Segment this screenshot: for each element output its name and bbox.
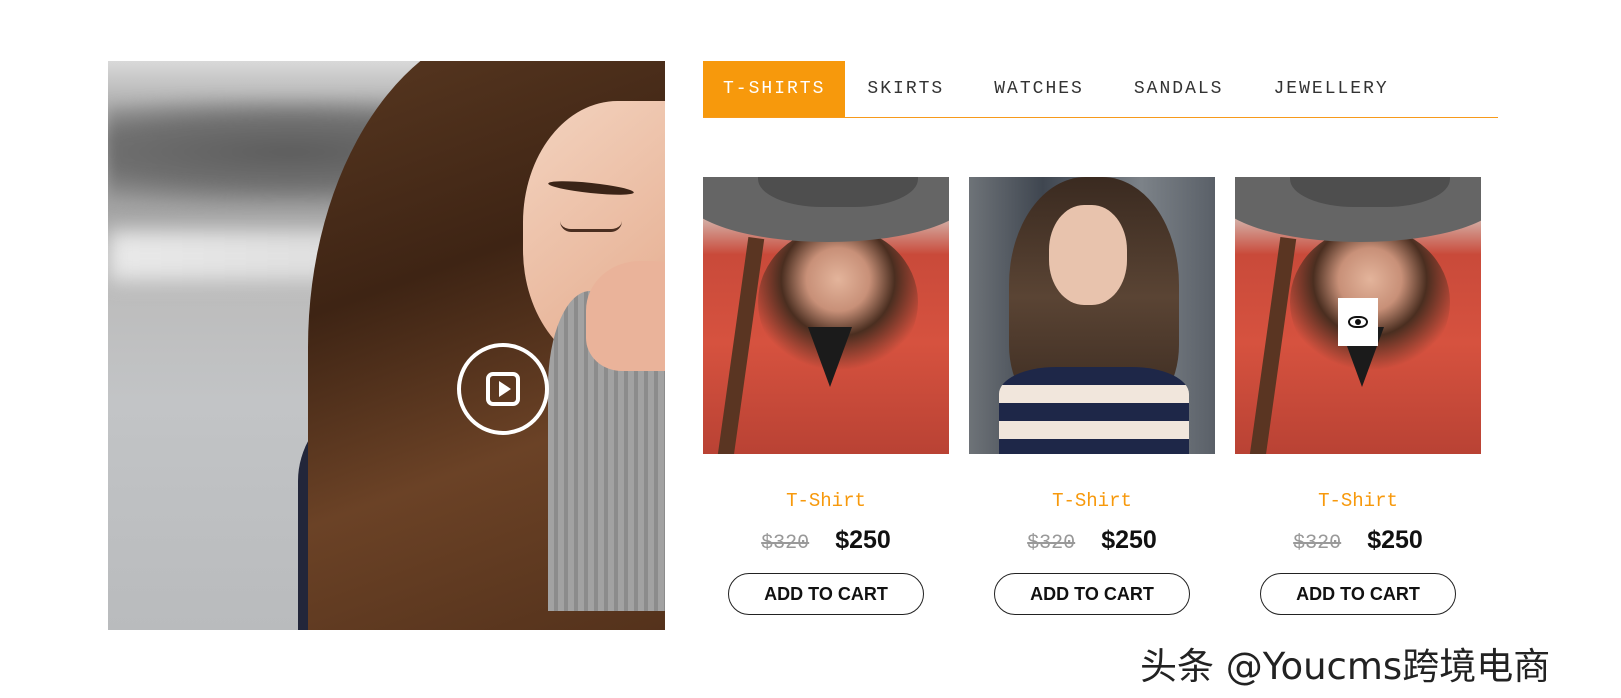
old-price: $320 (761, 532, 810, 555)
add-to-cart-button[interactable]: ADD TO CART (1260, 573, 1456, 615)
play-video-button[interactable] (457, 343, 549, 435)
v-neck (808, 327, 852, 387)
sale-price: $250 (835, 526, 891, 554)
sale-price: $250 (1367, 526, 1423, 554)
add-to-cart-button[interactable]: ADD TO CART (728, 573, 924, 615)
price-row: $320 $250 (969, 526, 1215, 555)
product-image[interactable] (1235, 177, 1481, 454)
product-name[interactable]: T-Shirt (969, 490, 1215, 512)
closed-eye (560, 221, 622, 232)
product-name[interactable]: T-Shirt (1235, 490, 1481, 512)
sale-price: $250 (1101, 526, 1157, 554)
hand (586, 261, 665, 371)
play-icon (486, 372, 520, 406)
play-triangle-icon (498, 381, 511, 397)
product-image[interactable] (703, 177, 949, 454)
tab-watches[interactable]: WATCHES (972, 61, 1106, 117)
product-card: T-Shirt $320 $250 ADD TO CART (1235, 177, 1481, 615)
old-price: $320 (1027, 532, 1076, 555)
add-to-cart-button[interactable]: ADD TO CART (994, 573, 1190, 615)
product-card: T-Shirt $320 $250 ADD TO CART (703, 177, 949, 615)
tab-sandals[interactable]: SANDALS (1112, 61, 1246, 117)
category-tabs: T-SHIRTS SKIRTS WATCHES SANDALS JEWELLER… (703, 61, 1498, 118)
bag-strap (1249, 236, 1297, 454)
old-price: $320 (1293, 532, 1342, 555)
price-row: $320 $250 (703, 526, 949, 555)
quick-view-button[interactable] (1338, 298, 1378, 346)
bag-strap (717, 236, 765, 454)
product-name[interactable]: T-Shirt (703, 490, 949, 512)
model-face (1049, 205, 1127, 305)
tab-skirts[interactable]: SKIRTS (845, 61, 966, 117)
tab-jewellery[interactable]: JEWELLERY (1251, 61, 1410, 117)
tab-t-shirts[interactable]: T-SHIRTS (703, 61, 846, 117)
striped-top (999, 367, 1189, 454)
product-card: T-Shirt $320 $250 ADD TO CART (969, 177, 1215, 615)
eye-icon (1348, 316, 1368, 328)
watermark: 头条 @Youcms跨境电商 (1140, 645, 1551, 688)
hero-video-image[interactable] (108, 61, 665, 630)
product-image[interactable] (969, 177, 1215, 454)
price-row: $320 $250 (1235, 526, 1481, 555)
